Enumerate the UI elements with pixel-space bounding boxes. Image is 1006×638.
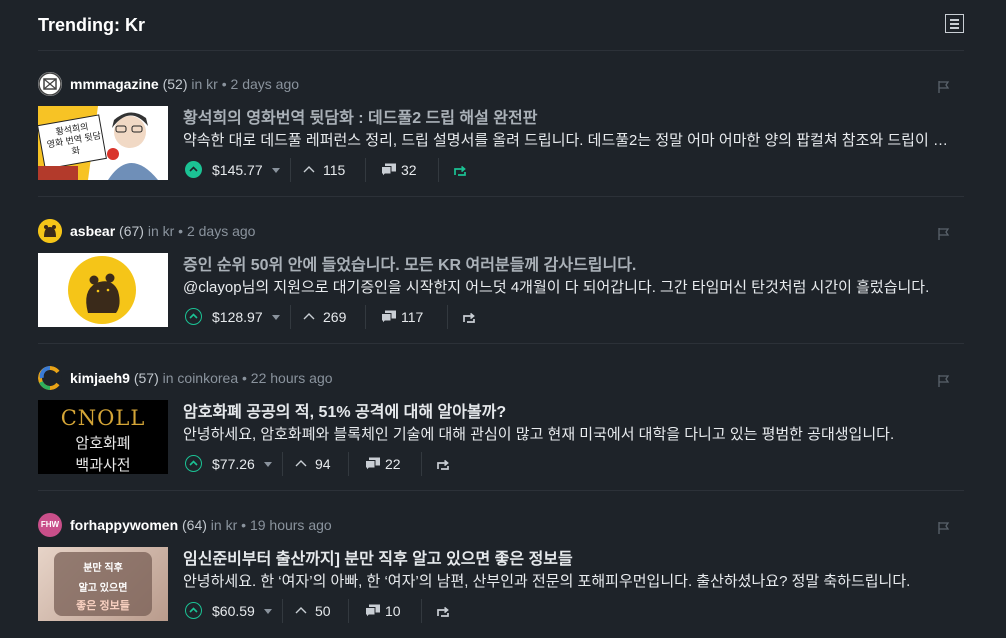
post-body[interactable]: 약속한 대로 데드풀 레퍼런스 정리, 드립 설명서를 올려 드립니다. 데드풀… xyxy=(183,129,959,150)
resteem-icon[interactable] xyxy=(436,605,450,617)
divider xyxy=(282,452,283,476)
comment-count[interactable]: 10 xyxy=(385,603,401,619)
post-body[interactable]: @clayop님의 지원으로 대기증인을 시작한지 어느덧 4개월이 다 되어갑… xyxy=(183,276,959,297)
divider xyxy=(282,599,283,623)
post-footer: $77.26 94 22 xyxy=(185,452,955,476)
thumbnail-caption: 좋은 정보들 xyxy=(76,600,130,612)
author-reputation: (67) xyxy=(119,223,144,239)
divider xyxy=(421,599,422,623)
vote-count[interactable]: 94 xyxy=(315,456,331,472)
feed-header: Trending: Kr xyxy=(38,0,964,51)
thumbnail-caption: 백과사전 xyxy=(75,456,131,474)
vote-count[interactable]: 50 xyxy=(315,603,331,619)
flag-icon[interactable] xyxy=(938,227,950,241)
thumbnail-caption: 암호화폐 xyxy=(75,434,131,452)
resteem-icon[interactable] xyxy=(453,164,467,176)
post-item: FHW forhappywomen (64) in kr • 19 hours … xyxy=(38,491,964,637)
comments-icon[interactable] xyxy=(381,163,397,177)
post-title[interactable]: 암호화폐 공공의 적, 51% 공격에 대해 알아볼까? xyxy=(183,398,963,422)
divider xyxy=(348,452,349,476)
post-body[interactable]: 안녕하세요. 한 ‘여자’의 아빠, 한 ‘여자’의 남편, 산부인과 전문의 … xyxy=(183,570,959,591)
post-footer: $60.59 50 10 xyxy=(185,599,955,623)
author-reputation: (57) xyxy=(133,370,159,386)
chevron-down-icon[interactable] xyxy=(264,609,272,614)
comments-icon[interactable] xyxy=(365,604,381,618)
post-thumbnail[interactable]: CNOLL 암호화폐 백과사전 xyxy=(38,400,168,474)
post-title[interactable]: 임신준비부터 출산까지] 분만 직후 알고 있으면 좋은 정보들 xyxy=(183,545,963,569)
payout-value[interactable]: $128.97 xyxy=(212,309,263,325)
divider xyxy=(447,305,448,329)
avatar[interactable] xyxy=(38,72,62,96)
post-meta: in kr • 19 hours ago xyxy=(206,517,332,533)
resteem-icon[interactable] xyxy=(462,311,476,323)
post-author-row: mmmagazine (52) in kr • 2 days ago xyxy=(38,72,964,96)
vote-count[interactable]: 269 xyxy=(323,309,346,325)
post-author-row: kimjaeh9 (57) in coinkorea • 22 hours ag… xyxy=(38,366,964,390)
vote-count-icon[interactable] xyxy=(295,458,307,468)
divider xyxy=(421,452,422,476)
post-title[interactable]: 증인 순위 50위 안에 들었습니다. 모든 KR 여러분들께 감사드립니다. xyxy=(183,251,963,275)
upvote-button[interactable] xyxy=(185,455,202,472)
post-thumbnail[interactable]: 황석희의 영화 번역 뒷담화 xyxy=(38,106,168,180)
post-author-row: asbear (67) in kr • 2 days ago xyxy=(38,219,964,243)
upvote-button[interactable] xyxy=(185,161,202,178)
comment-count[interactable]: 32 xyxy=(401,162,417,178)
divider xyxy=(290,158,291,182)
post-meta: in kr • 2 days ago xyxy=(143,223,256,239)
comments-icon[interactable] xyxy=(365,457,381,471)
chevron-down-icon[interactable] xyxy=(264,462,272,467)
avatar[interactable]: FHW xyxy=(38,513,62,537)
payout-value[interactable]: $60.59 xyxy=(212,603,255,619)
post-body[interactable]: 안녕하세요, 암호화폐와 블록체인 기술에 대해 관심이 많고 현재 미국에서 … xyxy=(183,423,959,444)
thumbnail-caption: 분만 직후 xyxy=(83,563,123,574)
avatar[interactable] xyxy=(38,219,62,243)
post-title[interactable]: 황석희의 영화번역 뒷담화 : 데드풀2 드립 해설 완전판 xyxy=(183,104,963,128)
divider xyxy=(365,305,366,329)
resteem-icon[interactable] xyxy=(436,458,450,470)
payout-value[interactable]: $145.77 xyxy=(212,162,263,178)
divider xyxy=(438,158,439,182)
divider xyxy=(365,158,366,182)
upvote-button[interactable] xyxy=(185,602,202,619)
author-link[interactable]: forhappywomen xyxy=(70,517,178,533)
author-link[interactable]: kimjaeh9 xyxy=(70,370,130,386)
chevron-down-icon[interactable] xyxy=(272,315,280,320)
thumbnail-caption: 알고 있으면 xyxy=(78,583,128,594)
post-author-row: FHW forhappywomen (64) in kr • 19 hours … xyxy=(38,513,964,537)
post-item: asbear (67) in kr • 2 days ago 증인 순위 50위… xyxy=(38,197,964,344)
divider xyxy=(348,599,349,623)
comments-icon[interactable] xyxy=(381,310,397,324)
page-title: Trending: Kr xyxy=(38,15,145,35)
post-thumbnail[interactable] xyxy=(38,253,168,327)
divider xyxy=(290,305,291,329)
post-meta: in kr • 2 days ago xyxy=(187,76,300,92)
author-link[interactable]: asbear xyxy=(70,223,115,239)
vote-count-icon[interactable] xyxy=(303,164,315,174)
comment-count[interactable]: 22 xyxy=(385,456,401,472)
upvote-button[interactable] xyxy=(185,308,202,325)
post-footer: $128.97 269 117 xyxy=(185,305,955,329)
comment-count[interactable]: 117 xyxy=(401,309,423,325)
post-item: kimjaeh9 (57) in coinkorea • 22 hours ag… xyxy=(38,344,964,491)
author-reputation: (64) xyxy=(182,517,207,533)
post-footer: $145.77 115 32 xyxy=(185,158,955,182)
flag-icon[interactable] xyxy=(938,374,950,388)
layout-toggle-icon[interactable] xyxy=(945,14,964,33)
vote-count[interactable]: 115 xyxy=(323,162,345,178)
avatar-initials: FHW xyxy=(40,520,60,529)
flag-icon[interactable] xyxy=(938,80,950,94)
chevron-down-icon[interactable] xyxy=(272,168,280,173)
post-item: mmmagazine (52) in kr • 2 days ago 황석희의 … xyxy=(38,50,964,197)
vote-count-icon[interactable] xyxy=(303,311,315,321)
payout-value[interactable]: $77.26 xyxy=(212,456,255,472)
author-link[interactable]: mmmagazine xyxy=(70,76,159,92)
flag-icon[interactable] xyxy=(938,521,950,535)
vote-count-icon[interactable] xyxy=(295,605,307,615)
post-thumbnail[interactable]: 분만 직후 알고 있으면 좋은 정보들 xyxy=(38,547,168,621)
author-reputation: (52) xyxy=(162,76,188,92)
thumbnail-logo-text: CNOLL xyxy=(60,406,146,430)
post-meta: in coinkorea • 22 hours ago xyxy=(158,370,333,386)
avatar[interactable] xyxy=(38,366,62,390)
